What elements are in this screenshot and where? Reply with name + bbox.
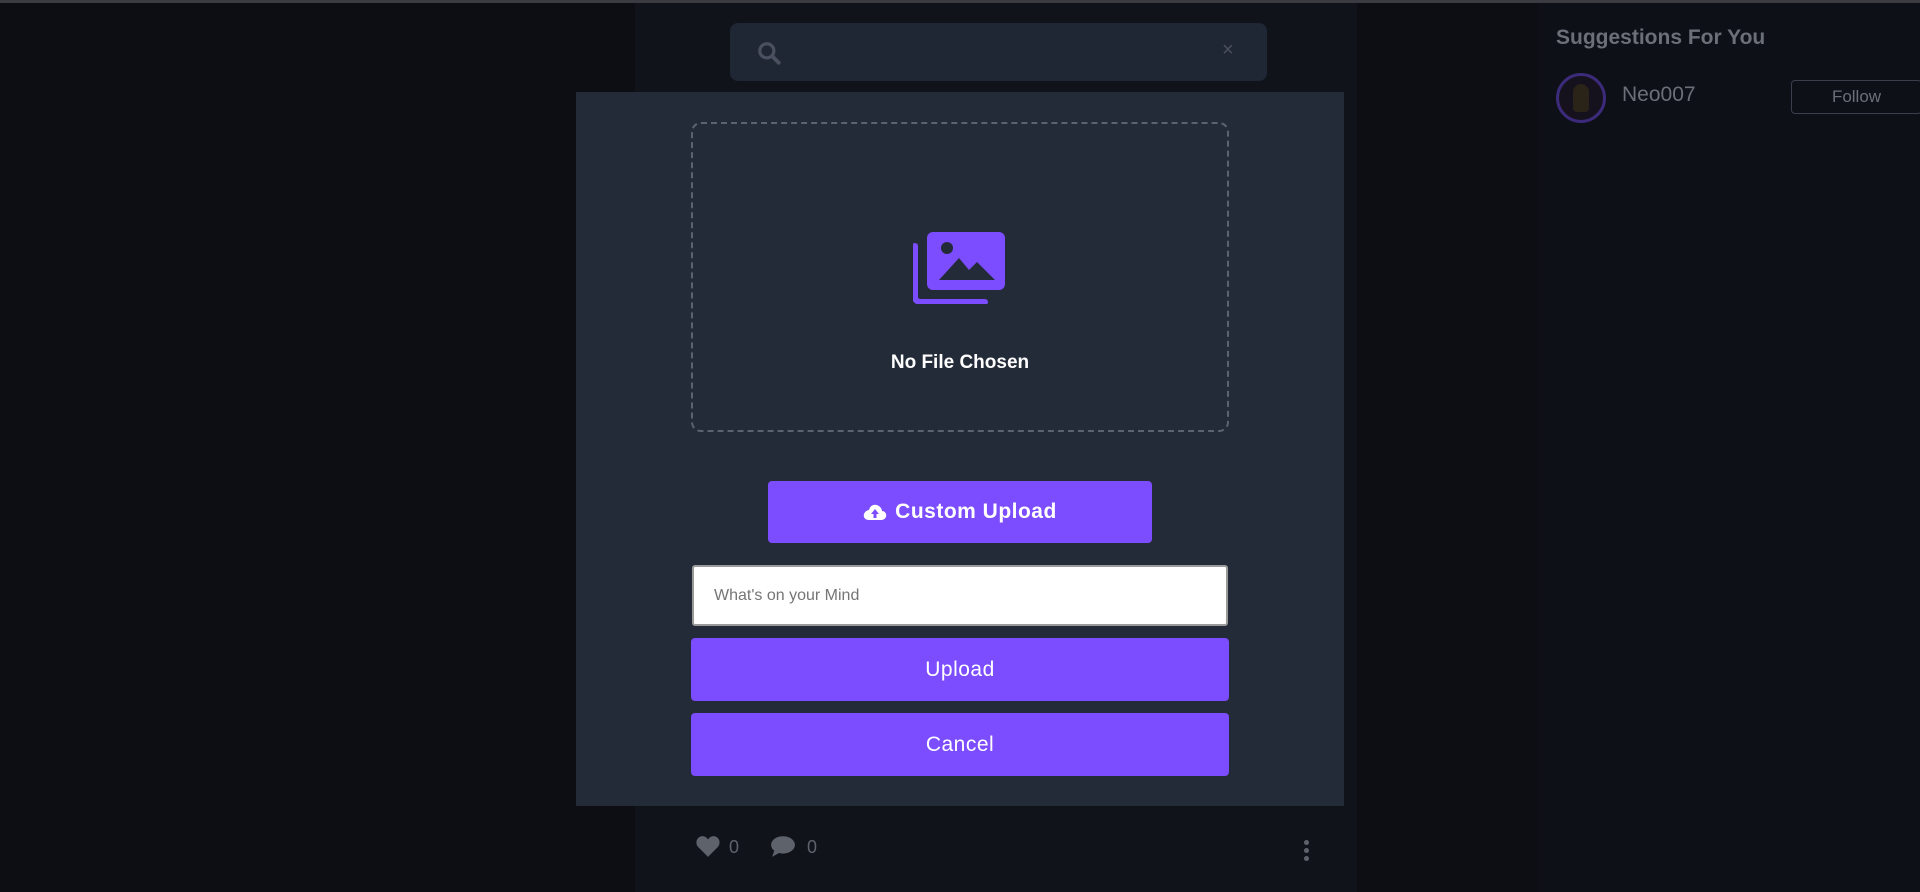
suggestions-title: Suggestions For You <box>1556 26 1766 49</box>
comment-icon[interactable] <box>770 834 796 858</box>
caption-input[interactable] <box>692 565 1228 626</box>
file-status-label: No File Chosen <box>890 352 1030 373</box>
avatar[interactable] <box>1556 73 1606 123</box>
like-count: 0 <box>729 837 740 857</box>
custom-upload-label: Custom Upload <box>895 500 1057 523</box>
clear-icon[interactable]: × <box>1222 39 1234 61</box>
search-bar[interactable]: × <box>730 23 1267 81</box>
heart-icon[interactable] <box>695 834 721 858</box>
search-icon <box>758 42 781 65</box>
comment-count: 0 <box>807 837 818 857</box>
avatar-image <box>1573 84 1589 112</box>
custom-upload-button[interactable]: Custom Upload <box>768 481 1152 543</box>
upload-button[interactable]: Upload <box>691 638 1229 701</box>
suggestion-item: Neo007 Follow <box>1556 73 1920 123</box>
upload-modal: No File Chosen Custom Upload Upload Canc… <box>576 92 1344 806</box>
cancel-button[interactable]: Cancel <box>691 713 1229 776</box>
more-vertical-icon[interactable] <box>1302 840 1310 866</box>
suggestion-username[interactable]: Neo007 <box>1622 83 1696 107</box>
cloud-upload-icon <box>863 504 887 520</box>
follow-button[interactable]: Follow <box>1791 80 1920 114</box>
sidebar <box>1538 3 1920 892</box>
images-icon <box>913 232 1005 304</box>
file-dropzone[interactable]: No File Chosen <box>691 122 1229 432</box>
